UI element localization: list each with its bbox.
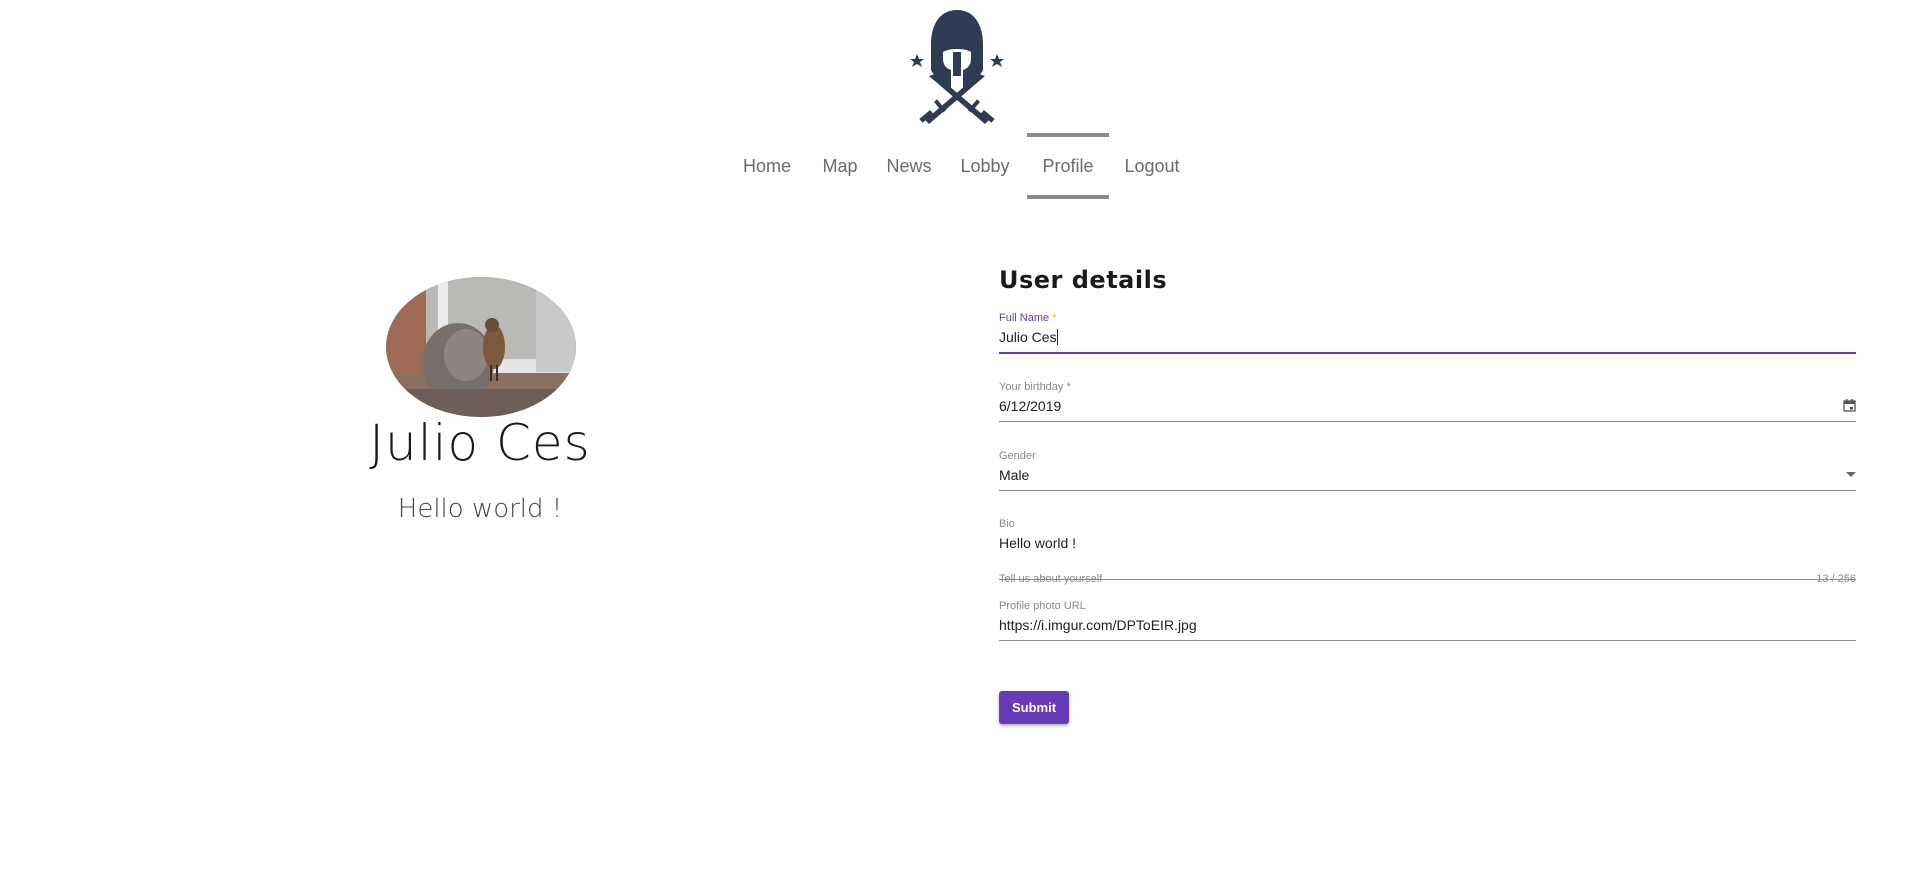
calendar-icon[interactable] <box>1843 395 1856 417</box>
nav-lobby[interactable]: Lobby <box>955 133 1015 199</box>
photo-url-label: Profile photo URL <box>999 600 1086 612</box>
birthday-input[interactable]: 6/12/2019 <box>999 395 1856 417</box>
submit-button[interactable]: Submit <box>999 691 1069 724</box>
bio-hint: Tell us about yourself 13 / 256 <box>999 573 1856 585</box>
bio-hint-text: Tell us about yourself <box>999 573 1103 585</box>
dropdown-arrow-icon[interactable] <box>1846 464 1856 486</box>
photo-url-field[interactable]: Profile photo URL https://i.imgur.com/DP… <box>999 600 1856 641</box>
full-name-input[interactable]: Julio Ces <box>999 326 1856 348</box>
profile-name: Julio Ces <box>369 414 591 472</box>
birthday-underline <box>999 421 1856 422</box>
gender-select[interactable]: Gender Male <box>999 450 1856 491</box>
nav-map[interactable]: Map <box>817 133 863 199</box>
birthday-label: Your birthday * <box>999 381 1071 393</box>
bio-char-counter: 13 / 256 <box>1816 573 1856 585</box>
bio-field[interactable]: Bio Hello world ! <box>999 518 1856 580</box>
profile-avatar <box>386 277 576 417</box>
nav-home[interactable]: Home <box>737 133 797 199</box>
gender-value[interactable]: Male <box>999 464 1856 486</box>
photo-url-input[interactable]: https://i.imgur.com/DPToEIR.jpg <box>999 614 1856 636</box>
photo-url-underline <box>999 640 1856 641</box>
form-title: User details <box>999 266 1168 294</box>
full-name-field[interactable]: Full Name * Julio Ces <box>999 312 1856 354</box>
birthday-field[interactable]: Your birthday * 6/12/2019 <box>999 381 1856 422</box>
spartan-helmet-logo[interactable] <box>905 8 1009 128</box>
full-name-underline <box>999 352 1856 354</box>
bio-label: Bio <box>999 518 1015 530</box>
bio-textarea[interactable]: Hello world ! <box>999 532 1856 577</box>
main-nav: Home Map News Lobby Profile Logout <box>0 133 1919 199</box>
text-caret <box>1056 329 1058 345</box>
nav-news[interactable]: News <box>881 133 937 199</box>
full-name-label: Full Name * <box>999 312 1057 324</box>
profile-bio: Hello world ! <box>397 494 563 524</box>
gender-underline <box>999 490 1856 491</box>
gender-label: Gender <box>999 450 1036 462</box>
bird-photo <box>386 277 576 417</box>
nav-logout[interactable]: Logout <box>1119 133 1185 199</box>
nav-profile[interactable]: Profile <box>1027 133 1109 199</box>
